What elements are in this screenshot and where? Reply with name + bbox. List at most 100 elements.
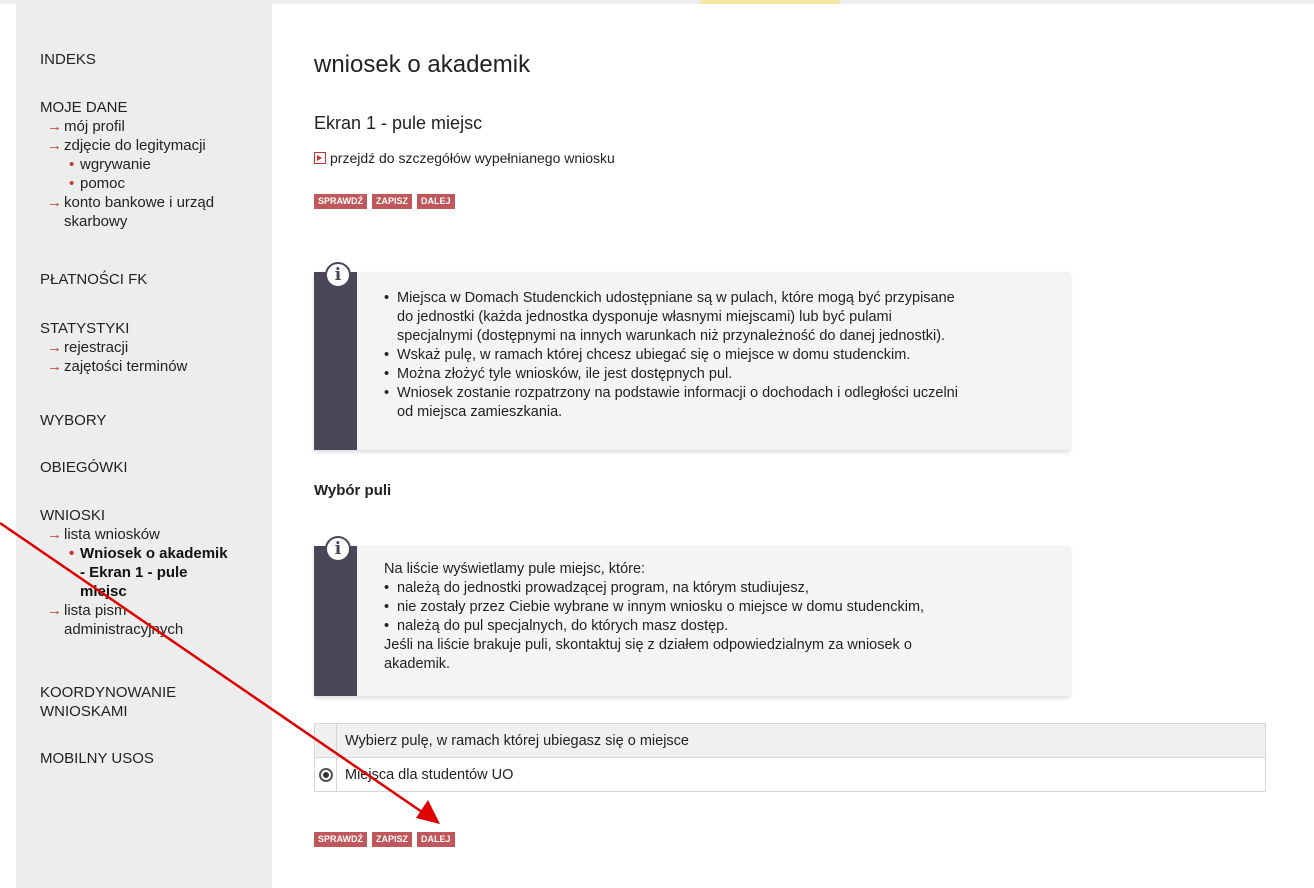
radio-cell[interactable] <box>314 757 337 792</box>
info-box-pool-choice: i Na liście wyświetlamy pule miejsc, któ… <box>314 536 1070 696</box>
nav-active-label-cont: - Ekran 1 - pule <box>80 564 188 581</box>
nav-wybory[interactable]: WYBORY <box>40 411 106 430</box>
section-title: Wybór puli <box>314 482 392 499</box>
nav-mobilny-usos[interactable]: MOBILNY USOS <box>40 749 154 768</box>
nav-item-rejestracji[interactable]: → rejestracji <box>40 338 187 357</box>
nav-koordynowanie[interactable]: KOORDYNOWANIE WNIOSKAMI <box>40 683 176 721</box>
arrow-right-icon: → <box>47 194 62 211</box>
nav-section-koordynowanie[interactable]: KOORDYNOWANIE WNIOSKAMI <box>40 683 176 721</box>
info-line: od miejsca zamieszkania. <box>397 404 563 420</box>
arrow-right-icon: → <box>47 526 62 543</box>
button-row-top: SPRAWDŹ ZAPISZ DALEJ <box>314 194 455 209</box>
nav-section-indeks[interactable]: INDEKS <box>40 50 96 69</box>
info-icon: i <box>325 262 351 288</box>
nav-platnosci[interactable]: PŁATNOŚCI FK <box>40 270 147 289</box>
nav-section-statystyki: STATYSTYKI → rejestracji → zajętości termi… <box>40 319 187 376</box>
nav-subitem-wgrywanie[interactable]: • wgrywanie <box>40 155 214 174</box>
info-item: Wskaż pulę, w ramach której chcesz ubieg… <box>384 346 1070 365</box>
nav-subitem-label: pomoc <box>80 175 126 192</box>
nav-item-label: mój profil <box>64 118 125 135</box>
nav-subitem-pomoc[interactable]: • pomoc <box>40 174 214 193</box>
nav-item-label: konto bankowe i urząd <box>64 194 215 211</box>
info-line: specjalnymi (dostępnymi na innych warunk… <box>397 328 946 344</box>
table-header-row: Wybierz pulę, w ramach której ubiegasz s… <box>314 723 1266 758</box>
nav-item-lista-pism[interactable]: → lista pism administracyjnych <box>40 601 228 639</box>
table-header-cell: Wybierz pulę, w ramach której ubiegasz s… <box>336 723 1266 758</box>
next-button[interactable]: DALEJ <box>417 832 455 847</box>
info-item: Miejsca w Domach Studenckich udostępnian… <box>384 289 1070 346</box>
pool-option-label[interactable]: Miejsca dla studentów UO <box>336 757 1266 792</box>
info-item: Wniosek zostanie rozpatrzony na podstawi… <box>384 384 1070 422</box>
table-row[interactable]: Miejsca dla studentów UO <box>314 757 1266 792</box>
check-button[interactable]: SPRAWDŹ <box>314 832 367 847</box>
expand-icon[interactable] <box>314 152 326 164</box>
info-outro: Jeśli na liście brakuje puli, skontaktuj… <box>314 636 1070 674</box>
nav-item-label: zdjęcie do legitymacji <box>64 137 206 154</box>
nav-obiegowki[interactable]: OBIEGÓWKI <box>40 458 128 477</box>
nav-koordynowanie-line2: WNIOSKAMI <box>40 703 128 720</box>
check-button[interactable]: SPRAWDŹ <box>314 194 367 209</box>
nav-section-wybory[interactable]: WYBORY <box>40 411 106 430</box>
page-title: wniosek o akademik <box>314 51 531 78</box>
nav-section-platnosci[interactable]: PŁATNOŚCI FK <box>40 270 147 289</box>
nav-statystyki[interactable]: STATYSTYKI <box>40 319 187 338</box>
nav-item-label: lista wniosków <box>64 526 160 543</box>
button-row-bottom: SPRAWDŹ ZAPISZ DALEJ <box>314 832 455 847</box>
nav-indeks[interactable]: INDEKS <box>40 50 96 69</box>
info-line: do jednostki (każda jednostka dysponuje … <box>397 309 892 325</box>
info-intro: Na liście wyświetlamy pule miejsc, które… <box>384 561 646 577</box>
nav-active-label: Wniosek o akademik <box>80 545 228 562</box>
nav-item-label: rejestracji <box>64 339 129 356</box>
nav-item-label: zajętości terminów <box>64 358 188 375</box>
info-icon: i <box>325 536 351 562</box>
nav-item-zajetosci[interactable]: → zajętości terminów <box>40 357 187 376</box>
nav-item-moj-profil[interactable]: → mój profil <box>40 117 214 136</box>
bullet-icon: • <box>69 175 75 192</box>
arrow-right-icon: → <box>47 358 62 375</box>
info-bar <box>314 272 357 450</box>
nav-item-konto-bankowe[interactable]: → konto bankowe i urząd skarbowy <box>40 193 214 231</box>
nav-item-label-cont: administracyjnych <box>64 621 184 638</box>
info-list: Miejsca w Domach Studenckich udostępnian… <box>314 272 1070 422</box>
info-item: Można złożyć tyle wniosków, ile jest dos… <box>384 365 1070 384</box>
arrow-right-icon: → <box>47 137 62 154</box>
info-item: należą do jednostki prowadzącej program,… <box>384 579 1070 598</box>
info-line: akademik. <box>384 656 451 672</box>
nav-subitem-label: wgrywanie <box>80 156 151 173</box>
next-button[interactable]: DALEJ <box>417 194 455 209</box>
bullet-icon: • <box>69 156 75 173</box>
nav-item-label: lista pism <box>64 602 127 619</box>
save-button[interactable]: ZAPISZ <box>372 832 413 847</box>
save-button[interactable]: ZAPISZ <box>372 194 413 209</box>
info-bar <box>314 546 357 696</box>
screen-title: Ekran 1 - pule miejsc <box>314 113 483 133</box>
annotation-arrow-head <box>416 800 440 824</box>
info-line: Miejsca w Domach Studenckich udostępnian… <box>397 290 955 306</box>
arrow-right-icon: → <box>47 118 62 135</box>
bullet-icon: • <box>69 545 75 562</box>
nav-section-moje-dane: MOJE DANE → mój profil → zdjęcie do legity… <box>40 98 214 231</box>
top-accent <box>700 0 840 4</box>
table-header-empty-cell <box>314 723 337 758</box>
details-link[interactable]: przejdź do szczegółów wypełnianego wnios… <box>314 150 615 166</box>
info-item: należą do pul specjalnych, do których ma… <box>384 617 1070 636</box>
nav-moje-dane[interactable]: MOJE DANE <box>40 98 214 117</box>
nav-active-label-cont2: miejsc <box>80 583 127 600</box>
nav-item-lista-wnioskow[interactable]: → lista wniosków <box>40 525 228 544</box>
info-list: należą do jednostki prowadzącej program,… <box>314 579 1070 636</box>
info-box-pools: i Miejsca w Domach Studenckich udostępni… <box>314 262 1070 450</box>
radio-button[interactable] <box>318 767 333 782</box>
info-item: nie zostały przez Ciebie wybrane w innym… <box>384 598 1070 617</box>
nav-subitem-wniosek-akademik[interactable]: • Wniosek o akademik - Ekran 1 - pule miejs… <box>40 544 228 601</box>
nav-section-mobilny[interactable]: MOBILNY USOS <box>40 749 154 768</box>
details-link-label[interactable]: przejdź do szczegółów wypełnianego wnios… <box>330 150 615 166</box>
nav-item-zdjecie[interactable]: → zdjęcie do legitymacji <box>40 136 214 155</box>
nav-section-obiegowki[interactable]: OBIEGÓWKI <box>40 458 128 477</box>
arrow-right-icon: → <box>47 602 62 619</box>
nav-koordynowanie-line1: KOORDYNOWANIE <box>40 684 177 701</box>
info-line: Wniosek zostanie rozpatrzony na podstawi… <box>397 385 958 401</box>
nav-wnioski[interactable]: WNIOSKI <box>40 506 228 525</box>
nav-item-label-cont: skarbowy <box>64 213 128 230</box>
nav-section-wnioski: WNIOSKI → lista wniosków • Wniosek o akade… <box>40 506 228 639</box>
pool-table: Wybierz pulę, w ramach której ubiegasz s… <box>314 723 1266 792</box>
